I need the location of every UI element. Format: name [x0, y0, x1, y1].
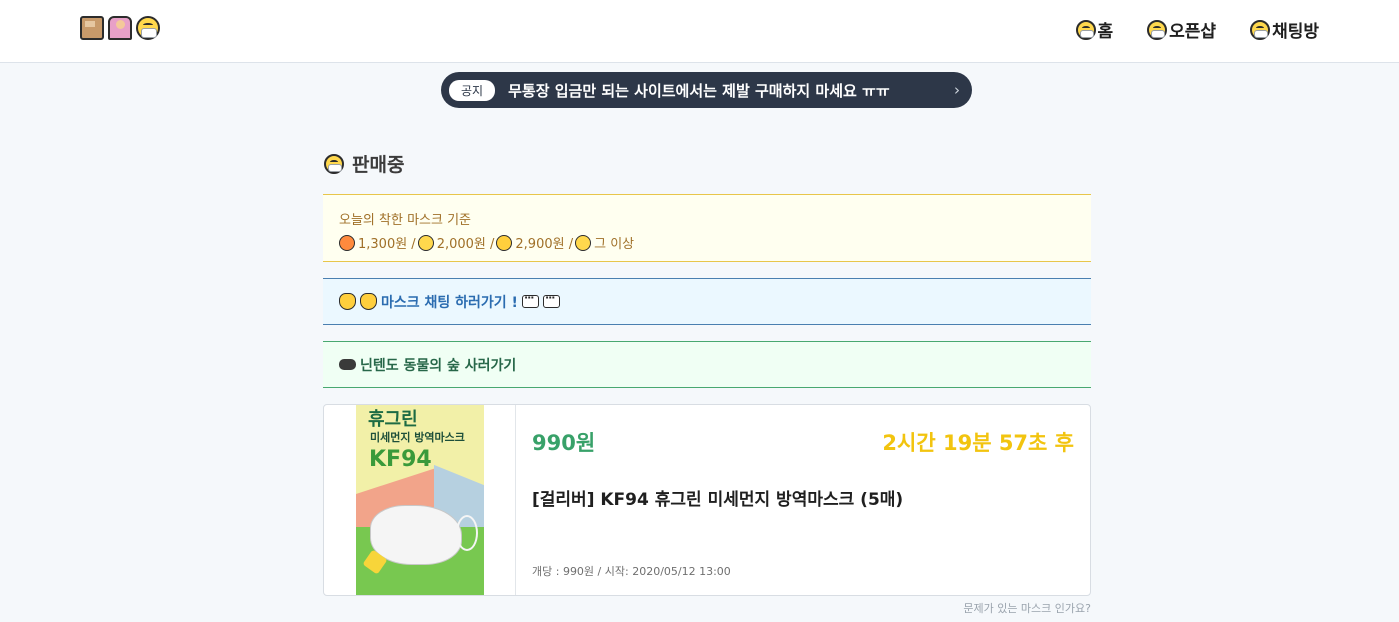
game-link-label: 닌텐도 동물의 숲 사러가기 [360, 357, 517, 374]
face-with-mask-icon [1147, 19, 1168, 40]
product-image-frame: 휴그린 미세먼지 방역마스크 KF94 [324, 405, 516, 595]
package-grade-text: KF94 [369, 447, 432, 472]
chat-link[interactable]: 마스크 채팅 하러가기 ! [323, 278, 1091, 325]
price-guide-tiers: 1,300원 / 2,000원 / 2,900원 / 그 이상 [339, 233, 1075, 252]
mask-illustration [370, 505, 462, 565]
notice-text: 무통장 입금만 되는 사이트에서는 제발 구매하지 마세요 ㅠㅠ [508, 81, 890, 100]
price-tier: 그 이상 [594, 237, 635, 252]
notice-tag: 공지 [449, 79, 496, 101]
chat-link-label: 마스크 채팅 하러가기 ! [381, 294, 518, 311]
main-nav: 홈 오픈샵 채팅방 [1075, 17, 1319, 42]
face-with-mask-icon [1250, 19, 1271, 40]
nav-item-openshop[interactable]: 오픈샵 [1147, 17, 1216, 42]
speech-bubble-icon [521, 291, 539, 308]
price-guide-box: 오늘의 착한 마스크 기준 1,300원 / 2,000원 / 2,900원 /… [323, 194, 1091, 262]
sale-countdown: 2시간 19분 57초 후 [882, 431, 1074, 455]
nav-item-chatroom[interactable]: 채팅방 [1250, 17, 1319, 42]
clapping-hands-icon [339, 293, 356, 310]
tired-face-icon [575, 234, 592, 251]
face-with-mask-icon [136, 16, 160, 40]
nav-item-home[interactable]: 홈 [1075, 17, 1114, 42]
speech-bubble-icon [542, 291, 560, 308]
nav-item-label: 오픈샵 [1169, 22, 1217, 42]
nav-item-label: 홈 [1097, 22, 1114, 42]
price-tier: 2,900원 / [515, 237, 574, 252]
price-tier: 1,300원 / [358, 237, 416, 252]
star-struck-icon [339, 234, 355, 251]
product-card[interactable]: 휴그린 미세먼지 방역마스크 KF94 990원 2시간 19분 57초 후 [… [323, 404, 1091, 596]
top-navbar: 홈 오픈샵 채팅방 [0, 0, 1399, 63]
thinking-face-icon [496, 234, 513, 251]
face-with-mask-icon [324, 153, 344, 174]
package-icon [80, 16, 104, 40]
report-problem-link[interactable]: 문제가 있는 마스크 인가요? [963, 600, 1091, 616]
clapping-hands-icon [360, 293, 377, 310]
price-tier: 2,000원 / [436, 237, 495, 252]
section-title: 판매중 [324, 150, 404, 177]
gamepad-icon [339, 359, 356, 370]
person-raising-hand-icon [108, 16, 132, 40]
chevron-right-icon: › [954, 81, 960, 99]
slightly-smiling-face-icon [417, 234, 434, 251]
package-subtitle-text: 미세먼지 방역마스크 [370, 431, 465, 444]
face-with-mask-icon [1075, 19, 1096, 40]
package-brand-text: 휴그린 [368, 409, 418, 430]
product-meta: 개당 : 990원 / 시작: 2020/05/12 13:00 [532, 565, 731, 578]
product-name[interactable]: [걸리버] KF94 휴그린 미세먼지 방역마스크 (5매) [532, 485, 903, 510]
product-image[interactable]: 휴그린 미세먼지 방역마스크 KF94 [356, 405, 484, 595]
nav-item-label: 채팅방 [1272, 22, 1319, 42]
product-price: 990원 [532, 431, 596, 455]
price-guide-title: 오늘의 착한 마스크 기준 [339, 213, 471, 228]
site-logo[interactable] [80, 16, 160, 40]
notice-banner[interactable]: 공지 무통장 입금만 되는 사이트에서는 제발 구매하지 마세요 ㅠㅠ › [441, 72, 972, 108]
section-title-label: 판매중 [352, 154, 405, 176]
game-link[interactable]: 닌텐도 동물의 숲 사러가기 [323, 341, 1091, 388]
mask-ear-loop [456, 515, 478, 551]
